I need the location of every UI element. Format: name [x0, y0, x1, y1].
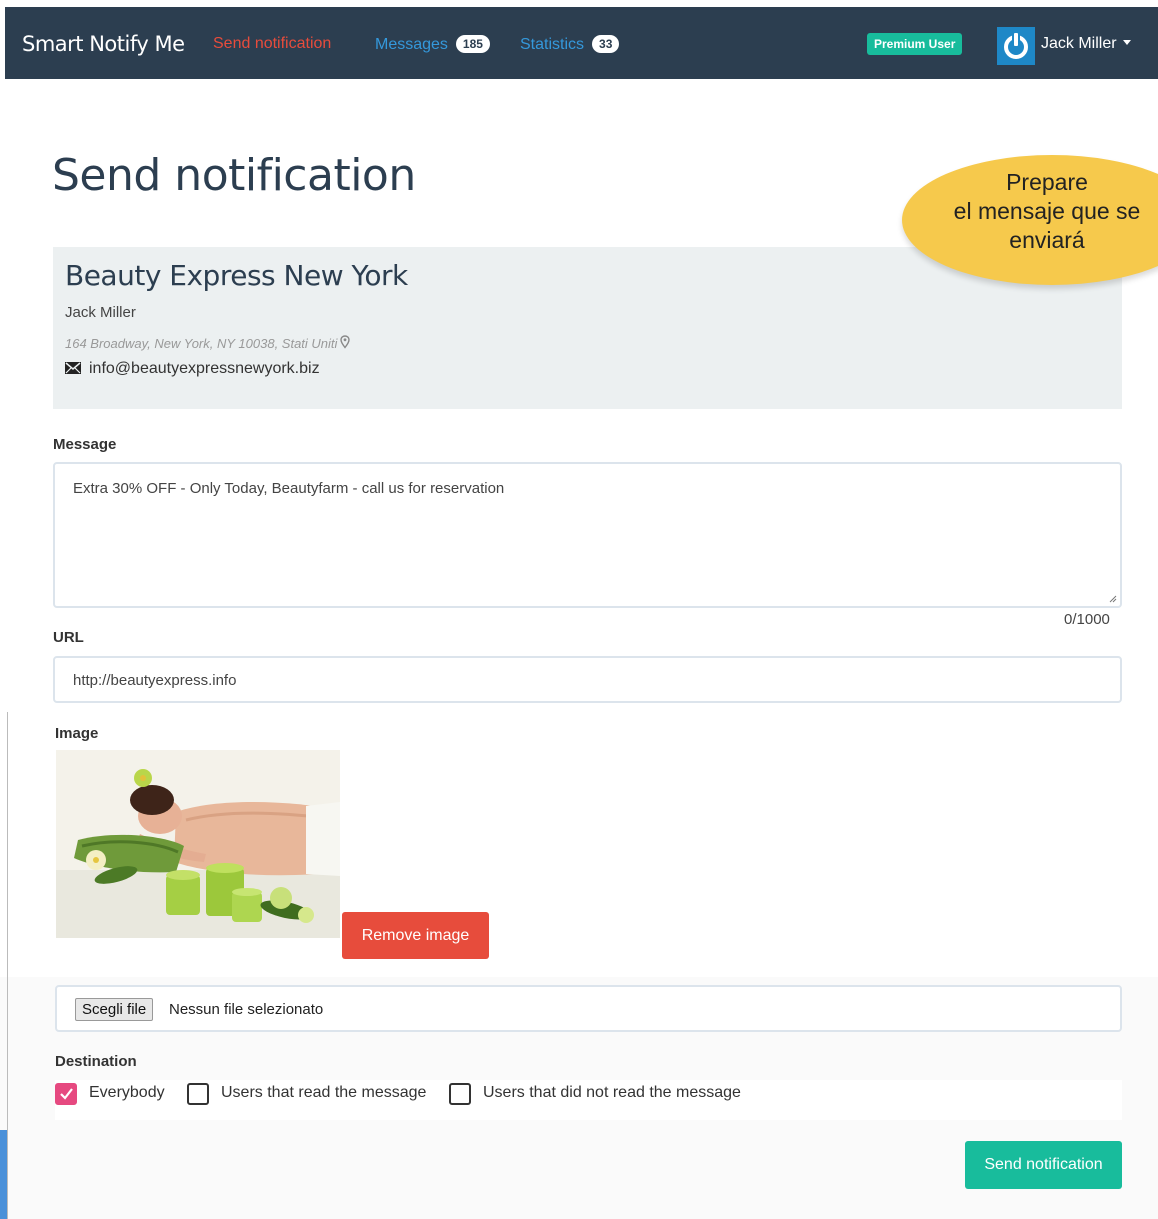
business-name: Beauty Express New York — [65, 259, 408, 292]
left-edge-accent — [0, 1130, 7, 1219]
caret-down-icon — [1122, 40, 1131, 45]
checkmark-icon — [60, 1088, 73, 1100]
choose-file-button[interactable]: Scegli file — [75, 998, 154, 1021]
statistics-count-badge: 33 — [592, 35, 620, 53]
remove-image-button[interactable]: Remove image — [342, 912, 489, 959]
everybody-label[interactable]: Everybody — [89, 1084, 165, 1102]
checkbox-everybody[interactable] — [55, 1083, 77, 1105]
spa-photo — [56, 750, 340, 938]
nav-send-notification[interactable]: Send notification — [213, 35, 331, 53]
top-navbar: Smart Notify Me Send notification Messag… — [5, 7, 1158, 79]
user-name: Jack Miller — [1041, 35, 1117, 52]
message-textarea[interactable]: Extra 30% OFF - Only Today, Beautyfarm -… — [53, 462, 1122, 608]
url-input[interactable]: http://beautyexpress.info — [53, 656, 1122, 703]
user-avatar[interactable] — [997, 27, 1035, 65]
message-value: Extra 30% OFF - Only Today, Beautyfarm -… — [73, 480, 505, 497]
power-icon — [1004, 32, 1028, 59]
character-counter: 0/1000 — [1064, 611, 1110, 628]
callout-text: Prepare el mensaje que se enviará — [942, 168, 1152, 255]
map-pin-icon — [340, 335, 351, 349]
business-email-text: info@beautyexpressnewyork.biz — [89, 360, 320, 377]
nav-statistics[interactable]: Statistics 33 — [520, 35, 620, 54]
envelope-icon — [65, 362, 81, 374]
business-address: 164 Broadway, New York, NY 10038, Stati … — [65, 335, 351, 351]
user-menu-toggle[interactable]: Jack Miller — [1041, 35, 1131, 53]
resize-handle-icon[interactable] — [1109, 595, 1117, 603]
checkbox-users-not-read[interactable] — [449, 1083, 471, 1105]
destination-options: Everybody Users that read the message Us… — [55, 1080, 1122, 1120]
callout-line-2: el mensaje que se — [953, 198, 1141, 224]
left-edge-divider — [7, 712, 8, 1219]
page-title: Send notification — [52, 150, 416, 201]
business-address-text: 164 Broadway, New York, NY 10038, Stati … — [65, 336, 338, 351]
nav-statistics-label: Statistics — [520, 36, 585, 53]
nav-messages[interactable]: Messages 185 — [375, 35, 490, 54]
brand-logo[interactable]: Smart Notify Me — [22, 32, 185, 56]
checkbox-users-read[interactable] — [187, 1083, 209, 1105]
destination-label: Destination — [55, 1053, 137, 1070]
users-not-read-label[interactable]: Users that did not read the message — [483, 1084, 741, 1102]
send-notification-button[interactable]: Send notification — [965, 1141, 1122, 1189]
callout-line-3: enviará — [1009, 227, 1085, 253]
url-value: http://beautyexpress.info — [73, 672, 237, 689]
business-owner: Jack Miller — [65, 304, 136, 321]
image-label: Image — [55, 725, 99, 742]
url-label: URL — [53, 629, 84, 646]
premium-user-badge: Premium User — [867, 33, 963, 55]
message-label: Message — [53, 436, 117, 453]
file-status-text: Nessun file selezionato — [169, 1001, 324, 1018]
nav-messages-label: Messages — [375, 36, 448, 53]
business-email: info@beautyexpressnewyork.biz — [65, 360, 320, 378]
callout-line-1: Prepare — [1006, 169, 1088, 195]
users-read-label[interactable]: Users that read the message — [221, 1084, 426, 1102]
uploaded-image-preview — [56, 750, 340, 938]
file-input[interactable]: Scegli file Nessun file selezionato — [55, 985, 1122, 1032]
messages-count-badge: 185 — [455, 35, 490, 53]
